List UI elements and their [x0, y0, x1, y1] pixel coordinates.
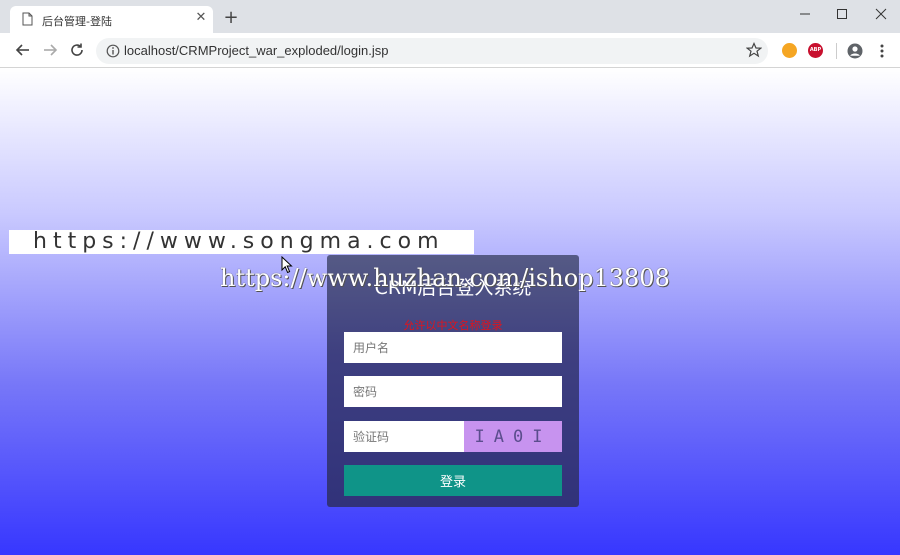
captcha-image[interactable]: IA0I	[464, 421, 562, 452]
browser-toolbar: localhost/CRMProject_war_exploded/login.…	[0, 33, 900, 68]
new-tab-icon[interactable]: +	[223, 9, 239, 27]
page-icon	[22, 12, 33, 26]
password-input[interactable]	[344, 376, 562, 407]
watermark-site-text: https://www.songma.com	[33, 229, 445, 254]
mouse-cursor-icon	[281, 256, 293, 274]
more-menu-icon[interactable]	[875, 43, 889, 59]
close-window-icon[interactable]	[873, 6, 889, 22]
minimize-icon[interactable]	[797, 6, 813, 22]
maximize-icon[interactable]	[834, 6, 850, 22]
username-input[interactable]	[344, 332, 562, 363]
browser-tab-strip: 后台管理-登陆 ✕ +	[0, 0, 900, 33]
login-panel: CRM后台登入系统 允许以中文名称登录 IA0I 登录	[327, 255, 579, 507]
page-viewport: https://www.songma.com https://www.huzha…	[0, 68, 900, 555]
tab-title: 后台管理-登陆	[42, 15, 112, 28]
back-icon[interactable]	[15, 42, 31, 58]
address-bar[interactable]: localhost/CRMProject_war_exploded/login.…	[96, 38, 768, 64]
watermark-banner: https://www.songma.com	[9, 229, 474, 254]
bookmark-star-icon[interactable]	[746, 42, 762, 58]
extension-infinity-icon[interactable]	[782, 43, 797, 58]
captcha-input[interactable]	[344, 421, 464, 452]
info-icon[interactable]	[106, 44, 120, 58]
profile-icon[interactable]	[847, 43, 863, 59]
forward-icon[interactable]	[42, 42, 58, 58]
login-hint: 允许以中文名称登录	[403, 319, 503, 332]
toolbar-separator	[836, 43, 837, 59]
login-button[interactable]: 登录	[344, 465, 562, 496]
url-text[interactable]: localhost/CRMProject_war_exploded/login.…	[124, 43, 388, 58]
reload-icon[interactable]	[69, 42, 85, 58]
captcha-text: IA0I	[474, 427, 552, 447]
browser-tab[interactable]: 后台管理-登陆 ✕	[10, 6, 213, 33]
adblock-plus-icon[interactable]: ABP	[808, 43, 823, 58]
close-tab-icon[interactable]: ✕	[194, 11, 208, 25]
